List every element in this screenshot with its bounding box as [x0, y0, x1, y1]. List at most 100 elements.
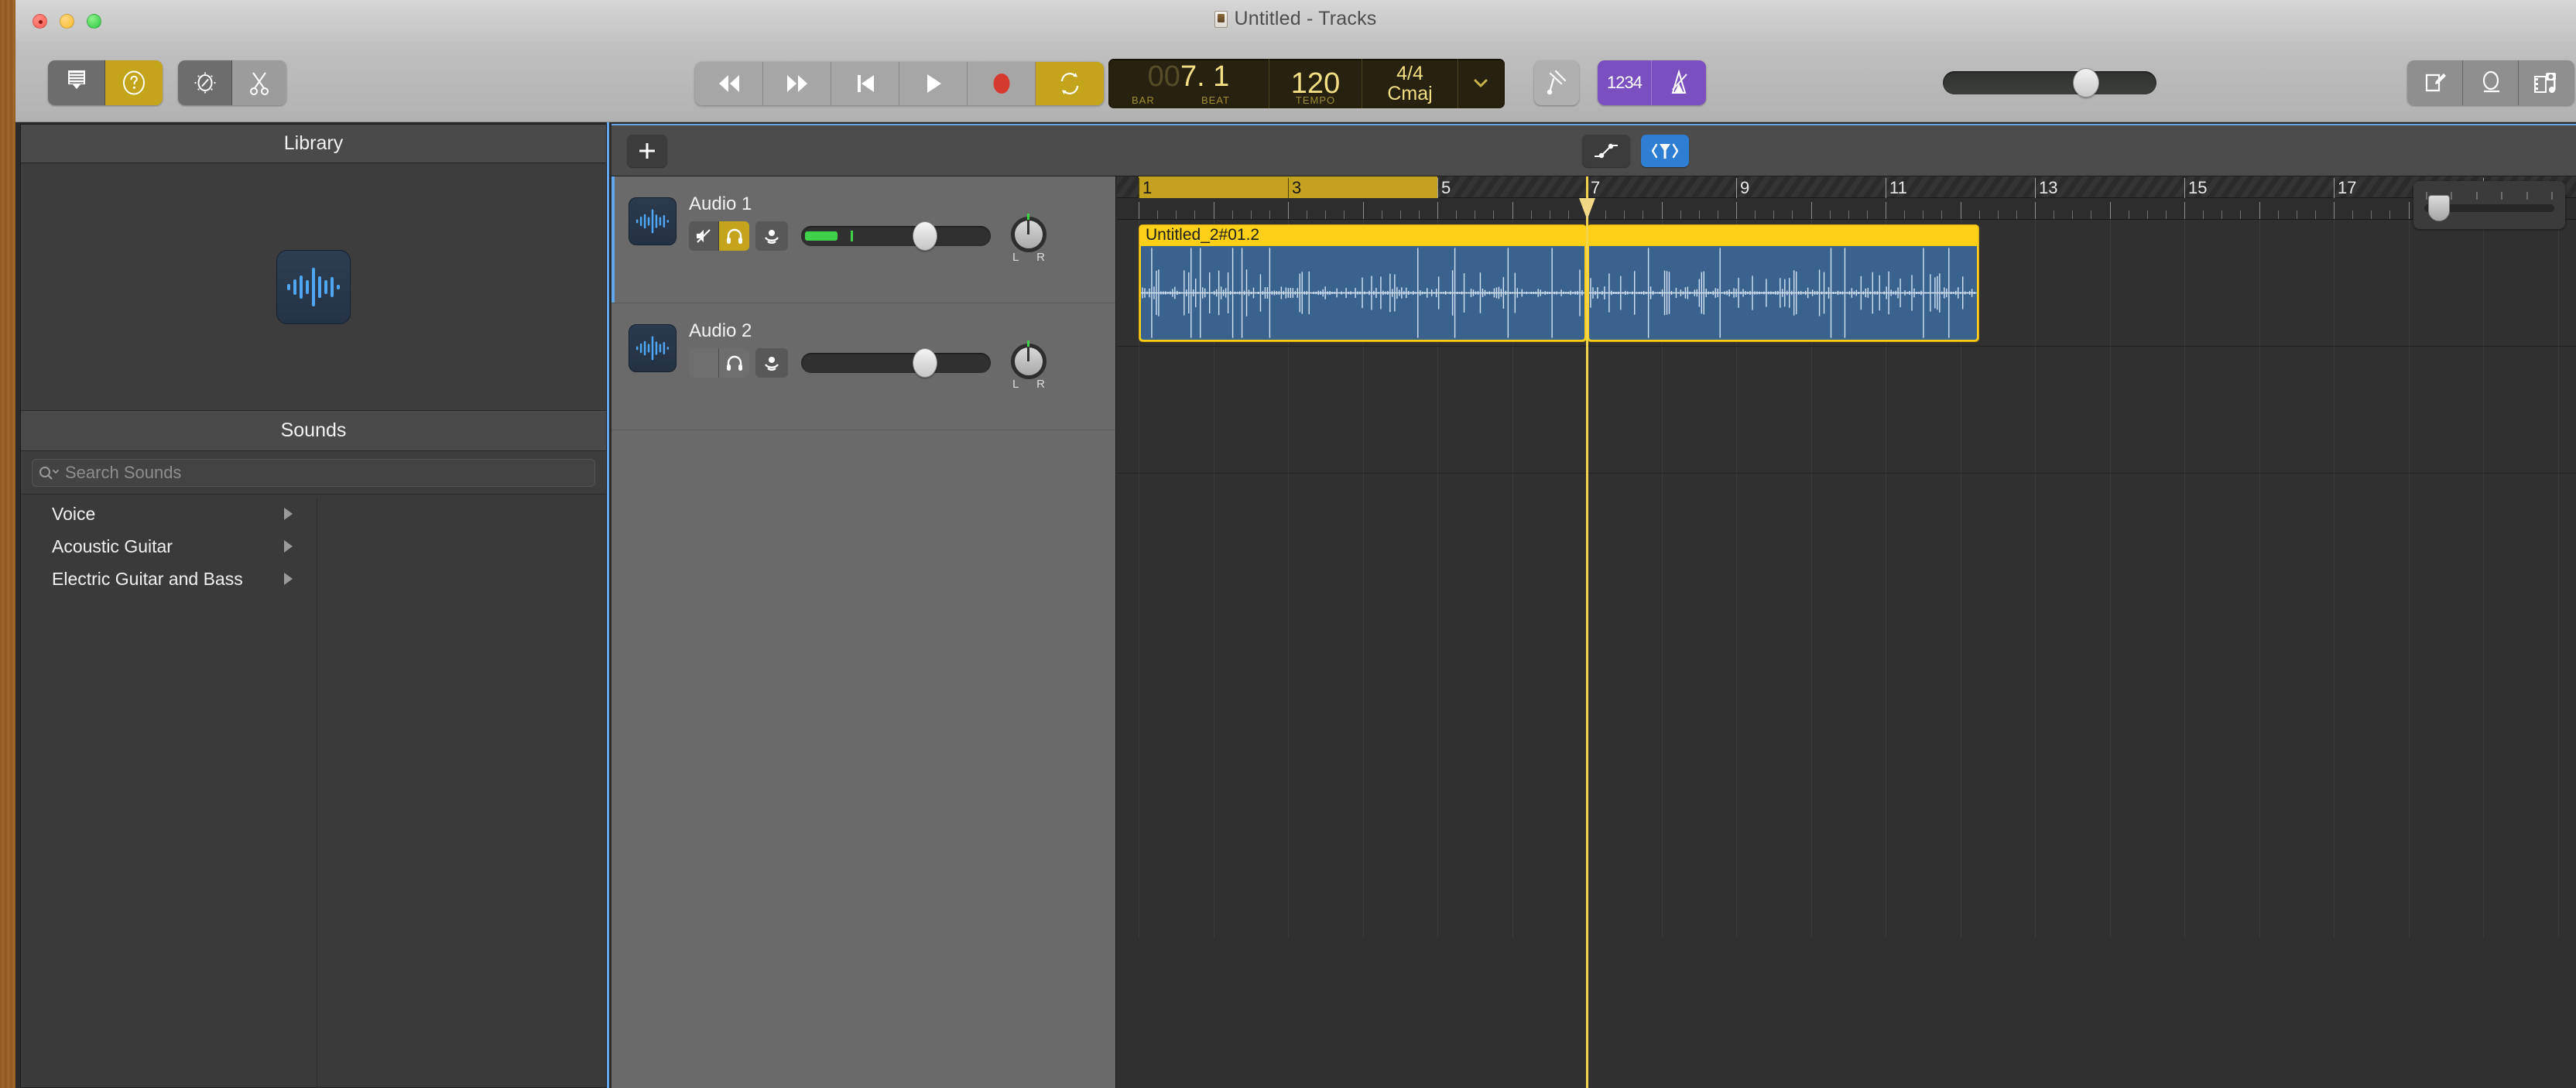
chevron-right-icon	[284, 508, 293, 520]
volume-knob[interactable]	[913, 221, 937, 251]
automation-button[interactable]	[1582, 135, 1630, 167]
play-button[interactable]	[899, 62, 968, 105]
pan-knob[interactable]: L R	[1011, 340, 1046, 391]
mute-solo-group	[689, 221, 749, 251]
record-enable-button[interactable]	[755, 221, 788, 251]
help-button[interactable]	[105, 60, 163, 105]
library-icon	[67, 70, 85, 89]
track-lane[interactable]	[1117, 347, 2576, 474]
beat-tick	[1288, 202, 1289, 219]
count-in-button[interactable]: 1234	[1598, 60, 1652, 105]
timeline[interactable]: 135791113151719 Untitled_2#01.2	[1117, 176, 2576, 1088]
mute-button[interactable]	[689, 221, 719, 251]
track-name[interactable]: Audio 2	[689, 320, 752, 342]
solo-button[interactable]	[719, 348, 749, 378]
beat-tick	[1941, 210, 1943, 219]
library-category-voice[interactable]: Voice	[21, 498, 606, 530]
grid-line	[2483, 220, 2484, 346]
grid-line	[1512, 474, 1513, 938]
scissors-button[interactable]	[232, 60, 286, 105]
volume-slider[interactable]	[801, 221, 991, 251]
master-volume-slider[interactable]	[1943, 68, 2156, 98]
lcd-chevron-button[interactable]	[1458, 59, 1503, 108]
beat-tick	[1176, 210, 1177, 219]
panel-divider[interactable]	[607, 122, 609, 1088]
playhead[interactable]	[1579, 176, 1595, 1088]
zoom-slider[interactable]	[2413, 181, 2565, 229]
chevron-right-icon	[284, 540, 293, 553]
bar-number: 11	[1886, 178, 1907, 198]
window-title-text: Untitled - Tracks	[1234, 8, 1377, 29]
beat-tick	[2352, 210, 2354, 219]
go-to-beginning-button[interactable]	[831, 62, 899, 105]
beat-tick	[1493, 210, 1495, 219]
add-track-button[interactable]	[627, 135, 667, 167]
beat-tick	[1231, 210, 1233, 219]
loop-browser-button[interactable]	[2463, 60, 2519, 105]
bar-number: 1	[1139, 178, 1152, 198]
metronome-button[interactable]	[1652, 60, 1706, 105]
ruler[interactable]: 135791113151719	[1117, 176, 2576, 220]
automation-curve-icon	[1595, 143, 1618, 159]
pan-right-label: R	[1036, 251, 1045, 264]
quick-help-icon	[194, 72, 216, 94]
record-enable-button[interactable]	[755, 348, 788, 378]
library-category-label: Electric Guitar and Bass	[52, 568, 243, 589]
lcd-tempo-cell[interactable]: 120 TEMPO	[1269, 59, 1362, 108]
volume-knob[interactable]	[913, 348, 937, 378]
solo-button[interactable]	[719, 221, 749, 251]
flex-button[interactable]	[1641, 135, 1689, 167]
beat-strip[interactable]	[1117, 198, 2576, 220]
library-category-electric-guitar-and-bass[interactable]: Electric Guitar and Bass	[21, 563, 606, 595]
library-category-acoustic-guitar[interactable]: Acoustic Guitar	[21, 530, 606, 563]
quick-help-button[interactable]	[178, 60, 232, 105]
beat-tick	[1978, 210, 1980, 219]
rewind-button[interactable]	[695, 62, 763, 105]
lcd-signature-cell[interactable]: 4/4 Cmaj	[1362, 59, 1458, 108]
media-browser-button[interactable]	[2519, 60, 2574, 105]
track-header-row[interactable]: Audio 1 L R	[611, 176, 1115, 303]
track-name[interactable]: Audio 1	[689, 193, 752, 215]
volume-slider[interactable]	[801, 348, 991, 378]
beat-tick	[1250, 210, 1252, 219]
zoom-slider-handle[interactable]	[2428, 195, 2450, 221]
lcd-beat-label: BEAT	[1201, 94, 1230, 106]
track-icon[interactable]	[629, 324, 677, 372]
level-meter	[805, 231, 838, 241]
beat-tick	[1344, 210, 1345, 219]
audio-region[interactable]	[1587, 224, 1979, 342]
forward-button[interactable]	[763, 62, 831, 105]
pan-knob[interactable]: L R	[1011, 214, 1046, 264]
track-headers-panel: Audio 1 L R Audio 2 L R	[611, 176, 1116, 1088]
cycle-strip[interactable]: 135791113151719	[1117, 176, 2576, 198]
track-icon[interactable]	[629, 197, 677, 245]
pan-left-label: L	[1012, 251, 1019, 264]
bar-number: 5	[1437, 178, 1451, 198]
tuner-button[interactable]	[1534, 60, 1579, 105]
region-name: Untitled_2#01.2	[1146, 226, 1260, 244]
region-header[interactable]: Untitled_2#01.2	[1139, 225, 1586, 245]
empty-lane-area[interactable]	[1117, 474, 2576, 938]
track-area: Audio 1 L R Audio 2 L R 1 3 5 7 9 11 13 …	[611, 124, 2576, 1088]
lcd-position-cell[interactable]: 00 7. 1 BAR BEAT	[1108, 59, 1269, 108]
lcd-display[interactable]: 00 7. 1 BAR BEAT 120 TEMPO 4/4 Cmaj	[1108, 59, 1505, 108]
region-header[interactable]	[1588, 225, 1978, 245]
media-toolbar-segment	[48, 60, 163, 105]
audio-region[interactable]: Untitled_2#01.2	[1139, 224, 1587, 342]
plus-icon	[639, 143, 655, 159]
grid-line	[2259, 220, 2260, 346]
playhead-handle[interactable]	[1578, 198, 1596, 220]
track-header-row[interactable]: Audio 2 L R	[611, 303, 1115, 430]
grid-line	[2557, 347, 2559, 473]
main-toolbar: 00 7. 1 BAR BEAT 120 TEMPO 4/4 Cmaj 1234	[15, 42, 2576, 122]
library-button[interactable]	[48, 60, 105, 105]
notes-button[interactable]	[2407, 60, 2463, 105]
search-row: Search Sounds	[21, 451, 606, 494]
main-body: Library Sounds Search Sounds Voice Acous…	[15, 122, 2576, 1088]
record-button[interactable]	[968, 62, 1036, 105]
cycle-button[interactable]	[1036, 62, 1104, 105]
mute-button[interactable]	[689, 348, 719, 378]
search-sounds-input[interactable]: Search Sounds	[32, 458, 595, 487]
track-lane[interactable]: Untitled_2#01.2	[1117, 220, 2576, 347]
master-volume-knob[interactable]	[2073, 68, 2099, 98]
